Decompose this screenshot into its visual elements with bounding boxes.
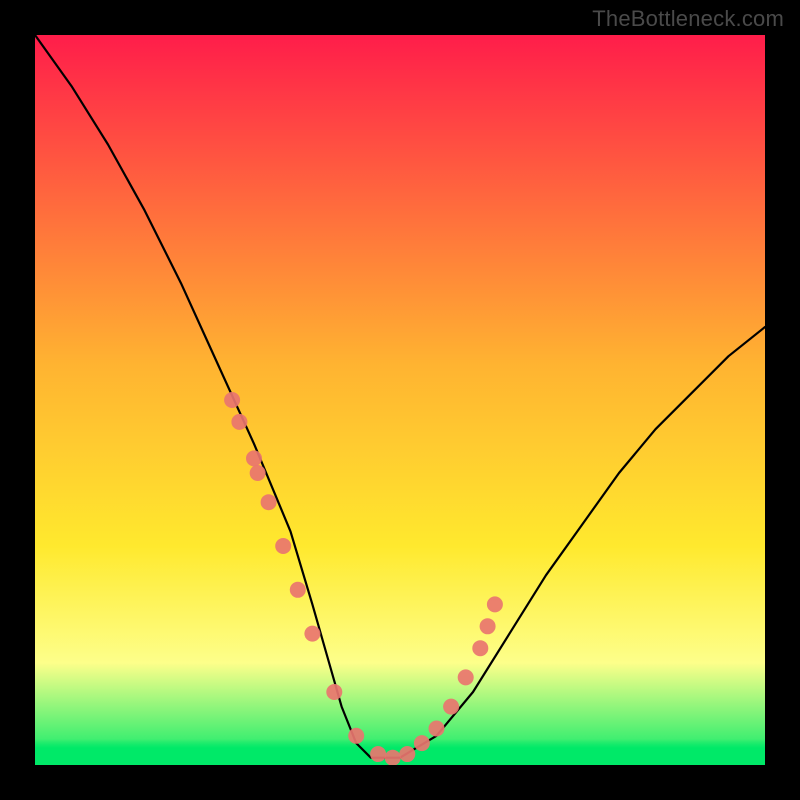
bottleneck-curve [35, 35, 765, 758]
data-marker [370, 746, 386, 762]
chart-svg [35, 35, 765, 765]
data-marker [326, 684, 342, 700]
data-marker [304, 626, 320, 642]
data-marker [250, 465, 266, 481]
plot-area [35, 35, 765, 765]
data-marker [261, 494, 277, 510]
data-marker [443, 699, 459, 715]
data-marker [246, 450, 262, 466]
data-marker [275, 538, 291, 554]
data-marker [472, 640, 488, 656]
data-marker [480, 618, 496, 634]
data-marker [385, 750, 401, 765]
data-marker [231, 414, 247, 430]
data-marker [224, 392, 240, 408]
chart-container: TheBottleneck.com [0, 0, 800, 800]
data-marker [399, 746, 415, 762]
data-marker [487, 596, 503, 612]
watermark-text: TheBottleneck.com [592, 6, 784, 32]
data-marker [458, 669, 474, 685]
data-marker [414, 735, 430, 751]
data-marker [290, 582, 306, 598]
data-marker [429, 721, 445, 737]
data-marker [348, 728, 364, 744]
